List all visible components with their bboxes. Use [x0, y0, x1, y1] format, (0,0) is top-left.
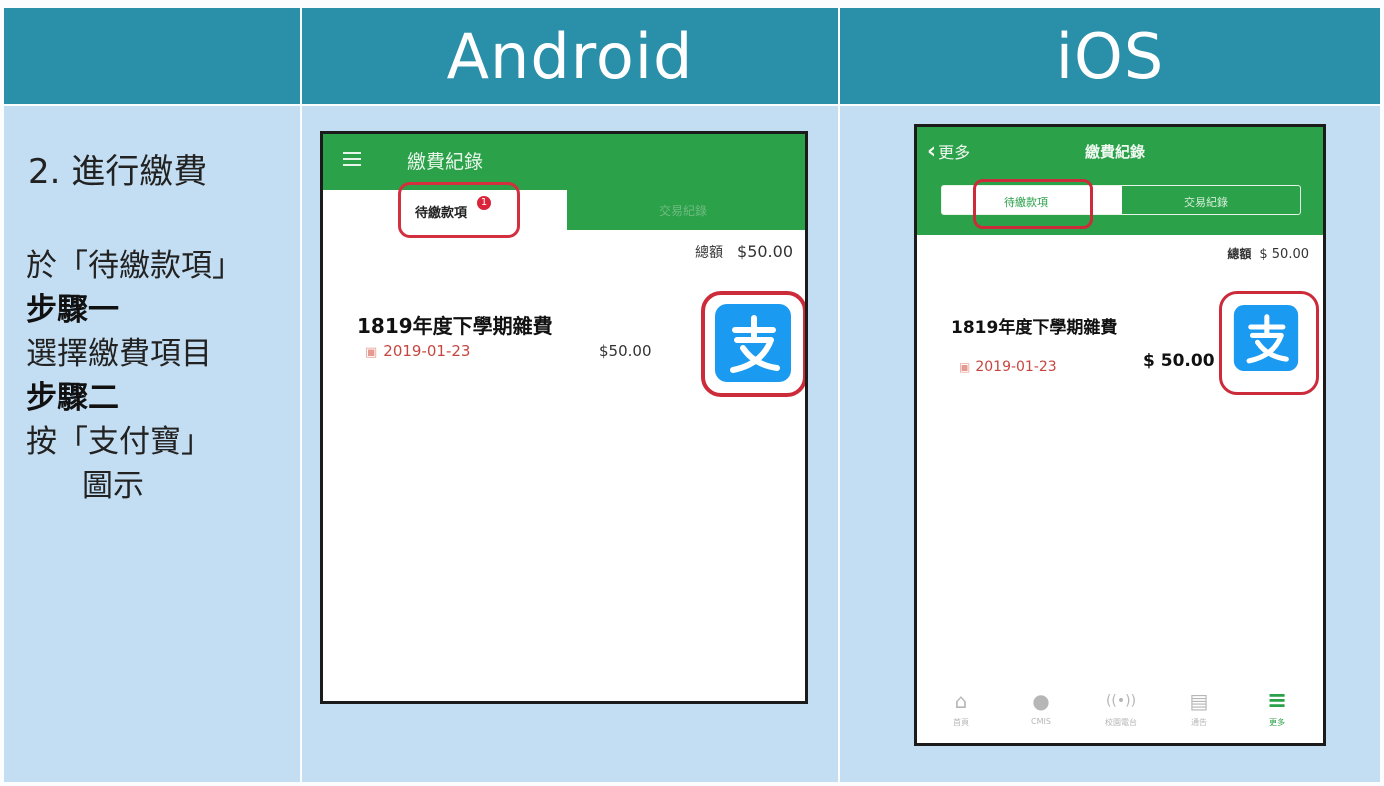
ios-total: 總額 $ 50.00: [1227, 245, 1309, 262]
alipay-icon[interactable]: [1233, 305, 1299, 371]
tab-transaction-history[interactable]: 交易紀錄: [567, 190, 805, 230]
header-ios: iOS: [840, 8, 1380, 104]
total-value: $50.00: [737, 242, 793, 261]
tabbar-label: 更多: [1269, 718, 1285, 727]
tabbar-home[interactable]: ⌂ 首頁: [931, 689, 991, 728]
highlight-pending-tab: [398, 182, 520, 238]
instruction-step-one: 步驟一: [26, 292, 119, 328]
back-button[interactable]: ‹ 更多: [927, 139, 970, 164]
payment-item-date-row: ▣ 2019-01-23: [365, 342, 470, 360]
instruction-line: 圖示: [82, 468, 144, 504]
instruction-line: 於「待繳款項」: [26, 248, 243, 284]
ios-screenshot: ‹ 更多 繳費紀錄 待繳款項 交易紀錄 總額 $ 50.00 1819年度下學期雜費…: [914, 124, 1326, 746]
step-title: 2. 進行繳費: [28, 152, 208, 192]
payment-item-date-row: ▣ 2019-01-23: [959, 359, 1057, 375]
tab-history-label: 交易紀錄: [659, 204, 708, 218]
header-blank-cell: [4, 8, 300, 104]
tabbar-label: CMIS: [1031, 717, 1051, 726]
total-label: 總額: [1227, 247, 1252, 261]
step-instructions: 於「待繳款項」 步驟一 選擇繳費項目 步驟二 按「支付寶」 圖示: [26, 244, 243, 508]
notice-icon: ▤: [1189, 689, 1209, 713]
calendar-icon: ▣: [959, 360, 971, 374]
android-total: 總額 $50.00: [695, 242, 793, 262]
payment-item-amount: $ 50.00: [1143, 351, 1215, 371]
payment-item-name[interactable]: 1819年度下學期雜費: [357, 310, 553, 339]
ios-nav-title: 繳費紀錄: [1085, 143, 1146, 161]
tabbar-label: 通告: [1191, 718, 1207, 727]
highlight-pending-segment: [973, 179, 1093, 229]
alipay-icon[interactable]: [715, 304, 791, 382]
more-icon: ≡: [1266, 686, 1288, 714]
ios-tab-bar: ⌂ 首頁 ● CMIS ((•)) 校園電台 ▤ 通告 ≡ 更多: [917, 681, 1323, 743]
payment-item-date: 2019-01-23: [383, 342, 471, 360]
tabbar-broadcast[interactable]: ((•)) 校園電台: [1091, 689, 1151, 728]
message-icon: ●: [1032, 689, 1050, 713]
android-tabs: 待繳款項 1 交易紀錄: [323, 190, 805, 230]
chevron-left-icon: ‹: [927, 139, 937, 164]
instruction-step-two: 步驟二: [26, 380, 119, 416]
android-screenshot: 繳費紀錄 待繳款項 1 交易紀錄 總額 $50.00 1819年度下學期雜費 ▣ 2…: [320, 131, 808, 704]
calendar-icon: ▣: [365, 345, 378, 360]
tabbar-more[interactable]: ≡ 更多: [1247, 686, 1307, 728]
android-app-title: 繳費紀錄: [407, 151, 484, 173]
payment-item-name[interactable]: 1819年度下學期雜費: [951, 313, 1117, 338]
back-label: 更多: [938, 143, 971, 162]
tabbar-label: 首頁: [953, 718, 969, 727]
slide: Android iOS 2. 進行繳費 於「待繳款項」 步驟一 選擇繳費項目 步…: [0, 0, 1384, 786]
home-icon: ⌂: [954, 689, 968, 713]
tabbar-label: 校園電台: [1105, 718, 1137, 727]
header-android: Android: [302, 8, 838, 104]
total-label: 總額: [695, 245, 724, 261]
broadcast-icon: ((•)): [1105, 693, 1137, 709]
instruction-line: 按「支付寶」: [26, 424, 212, 460]
payment-item-amount: $50.00: [599, 342, 652, 360]
tabbar-notice[interactable]: ▤ 通告: [1169, 689, 1229, 728]
payment-item-date: 2019-01-23: [975, 359, 1057, 375]
segment-history-label[interactable]: 交易紀錄: [1184, 194, 1228, 210]
hamburger-menu-icon[interactable]: [343, 152, 361, 166]
tabbar-cmis[interactable]: ● CMIS: [1011, 689, 1071, 726]
instruction-line: 選擇繳費項目: [26, 336, 212, 372]
step-column: 2. 進行繳費 於「待繳款項」 步驟一 選擇繳費項目 步驟二 按「支付寶」 圖示: [4, 106, 300, 782]
android-app-bar: 繳費紀錄: [323, 134, 805, 190]
total-value: $ 50.00: [1259, 247, 1309, 262]
